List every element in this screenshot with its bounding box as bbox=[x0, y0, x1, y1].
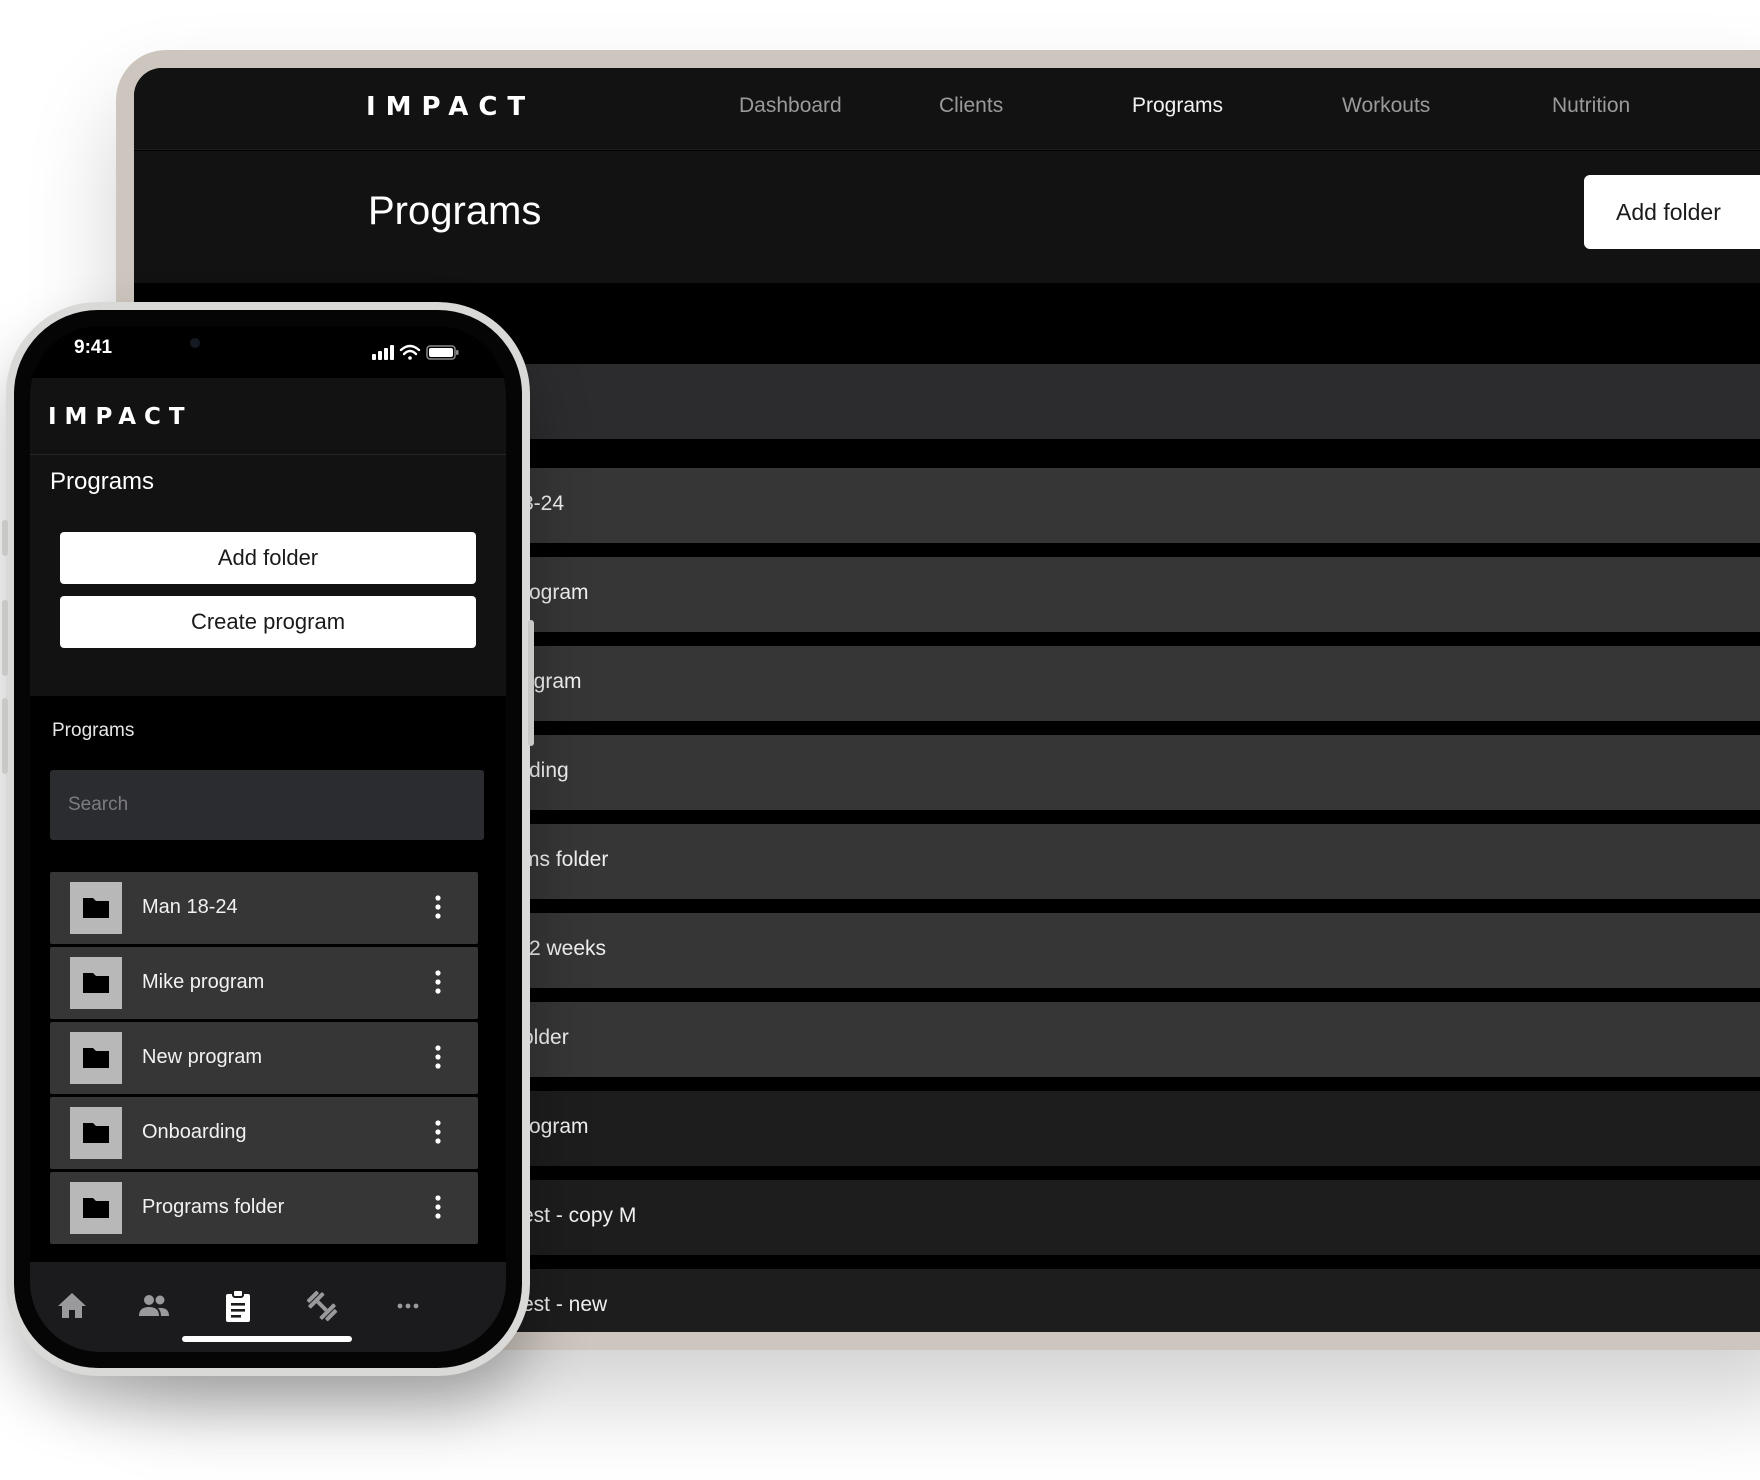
phone-logo[interactable]: IMPACT bbox=[48, 404, 193, 430]
more-vert-icon[interactable] bbox=[434, 1119, 442, 1147]
phone-mute-switch bbox=[2, 520, 8, 556]
program-item-label: Onboarding bbox=[142, 1121, 247, 1143]
desktop-row-label: est - new bbox=[522, 1293, 608, 1316]
program-item-label: New program bbox=[142, 1046, 263, 1068]
phone-add-folder-button[interactable]: Add folder bbox=[60, 532, 476, 584]
folder-icon bbox=[70, 1107, 122, 1159]
phone-page-title: Programs bbox=[50, 468, 155, 495]
status-icons bbox=[372, 344, 459, 360]
program-list-item[interactable]: Mike program bbox=[50, 947, 478, 1019]
program-list-item[interactable]: Programs folder bbox=[50, 1172, 478, 1244]
programs-section-label: Programs bbox=[52, 720, 135, 741]
nav-clients[interactable]: Clients bbox=[939, 94, 1003, 118]
desktop-page-header: Programs Add folder bbox=[134, 151, 1760, 283]
desktop-add-folder-button[interactable]: Add folder bbox=[1584, 175, 1760, 249]
desktop-row-label: rogram bbox=[522, 1115, 589, 1138]
nav-programs[interactable]: Programs bbox=[1132, 94, 1223, 118]
status-time: 9:41 bbox=[74, 337, 113, 358]
search-input[interactable] bbox=[50, 770, 484, 840]
clients-icon[interactable] bbox=[136, 1288, 172, 1324]
phone-page-header: IMPACT Programs Add folder Create progra… bbox=[30, 378, 506, 696]
program-list-item[interactable]: Man 18-24 bbox=[50, 872, 478, 944]
home-icon[interactable] bbox=[54, 1288, 90, 1324]
header-divider bbox=[30, 454, 506, 455]
phone-app-screen: 9:41 IMPACT Programs Add folder Create p… bbox=[30, 326, 506, 1352]
desktop-row-label: -2 weeks bbox=[522, 937, 607, 960]
more-vert-icon[interactable] bbox=[434, 1044, 442, 1072]
phone-create-program-button[interactable]: Create program bbox=[60, 596, 476, 648]
dumbbell-icon[interactable] bbox=[304, 1288, 340, 1324]
folder-icon bbox=[70, 1182, 122, 1234]
front-camera bbox=[190, 338, 200, 348]
battery-icon bbox=[426, 345, 459, 360]
folder-icon bbox=[70, 957, 122, 1009]
phone-power-button bbox=[528, 620, 534, 746]
wifi-icon bbox=[399, 344, 421, 360]
nav-dashboard[interactable]: Dashboard bbox=[739, 94, 842, 118]
desktop-logo[interactable]: IMPACT bbox=[366, 92, 535, 122]
program-item-label: Man 18-24 bbox=[142, 896, 238, 918]
phone-volume-down-button bbox=[2, 698, 8, 774]
more-vert-icon[interactable] bbox=[434, 969, 442, 997]
signal-icon bbox=[372, 345, 394, 360]
desktop-row-label: ms folder bbox=[522, 848, 609, 871]
nav-nutrition[interactable]: Nutrition bbox=[1552, 94, 1630, 118]
program-list-item[interactable]: Onboarding bbox=[50, 1097, 478, 1169]
desktop-row-label: rogram bbox=[522, 581, 589, 604]
clipboard-icon[interactable] bbox=[220, 1288, 256, 1324]
desktop-row-label: est - copy M bbox=[522, 1204, 637, 1227]
folder-icon bbox=[70, 1032, 122, 1084]
folder-icon bbox=[70, 882, 122, 934]
more-vert-icon[interactable] bbox=[434, 1194, 442, 1222]
desktop-page-title: Programs bbox=[368, 189, 542, 233]
nav-workouts[interactable]: Workouts bbox=[1342, 94, 1430, 118]
more-vert-icon[interactable] bbox=[434, 894, 442, 922]
phone-volume-up-button bbox=[2, 600, 8, 676]
more-icon[interactable] bbox=[390, 1288, 426, 1324]
program-list-item[interactable]: New program bbox=[50, 1022, 478, 1094]
program-item-label: Mike program bbox=[142, 971, 265, 993]
desktop-top-nav: IMPACT Dashboard Clients Programs Workou… bbox=[134, 68, 1760, 150]
home-indicator[interactable] bbox=[182, 1336, 352, 1342]
program-item-label: Programs folder bbox=[142, 1196, 285, 1218]
